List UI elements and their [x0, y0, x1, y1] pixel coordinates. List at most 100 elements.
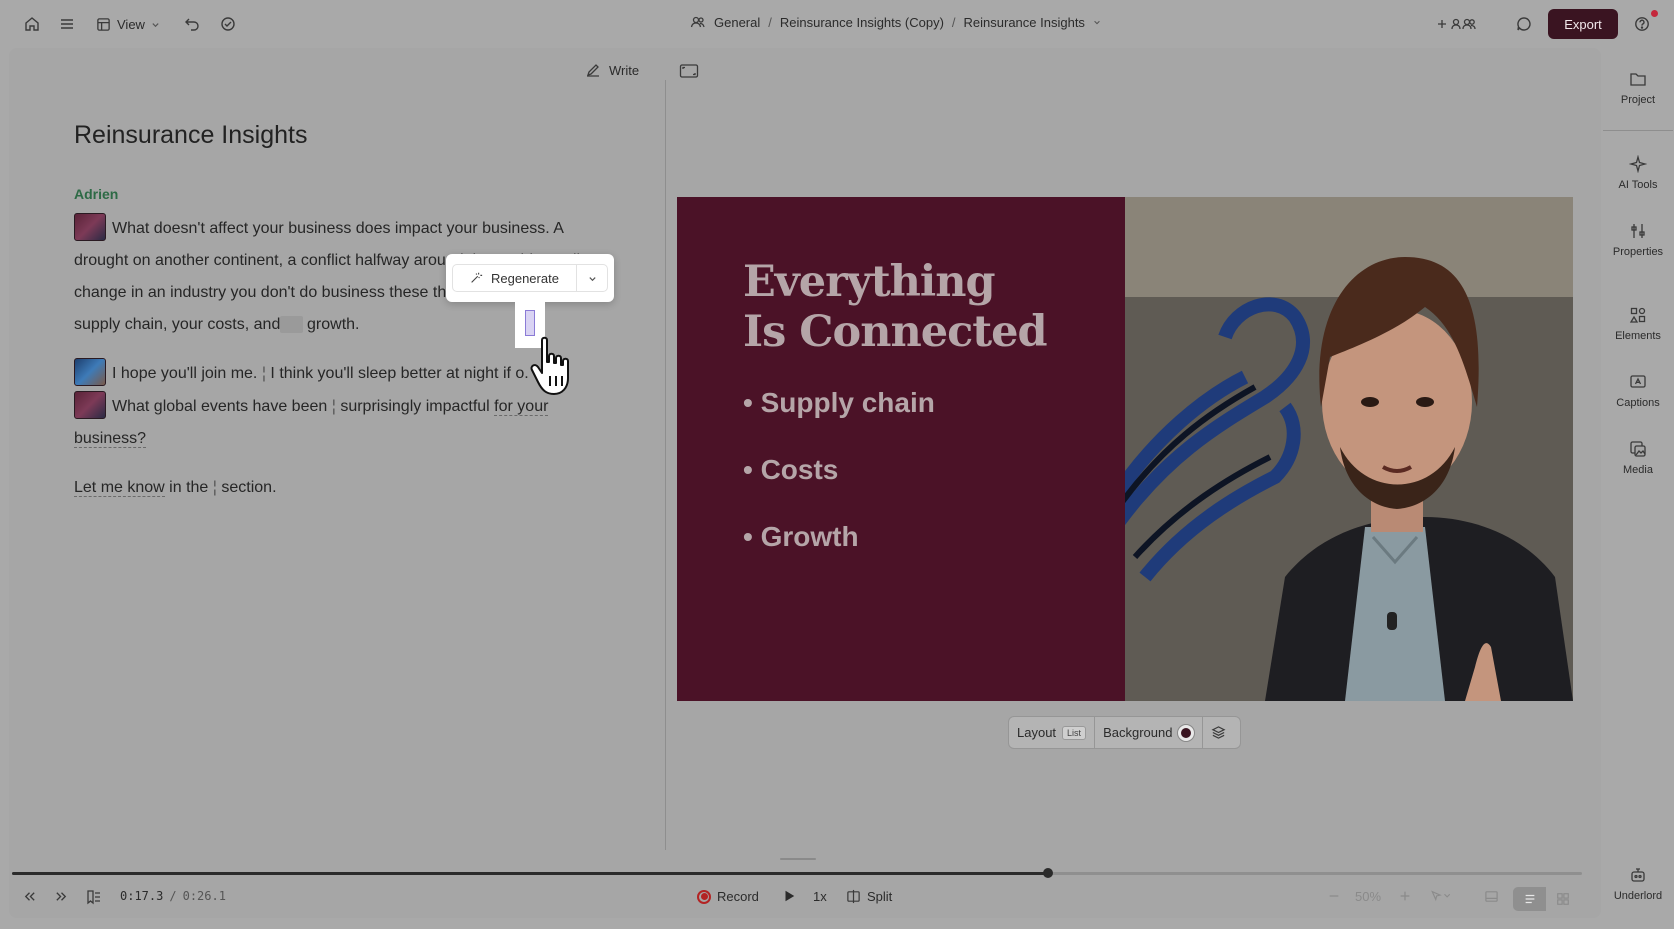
slide-preview[interactable]: Everything Is Connected • Supply chain •…: [677, 197, 1573, 701]
check-circle-icon[interactable]: [215, 11, 241, 37]
plus-icon: [1400, 891, 1410, 901]
rail-item-project[interactable]: Project: [1603, 70, 1673, 106]
document-title[interactable]: Reinsurance Insights: [74, 121, 307, 150]
slide-title[interactable]: Everything Is Connected: [743, 257, 1048, 357]
slide-bullet[interactable]: • Supply chain: [743, 387, 935, 419]
write-button[interactable]: Write: [585, 62, 639, 78]
slide-bullet[interactable]: • Growth: [743, 521, 859, 553]
speaker-name[interactable]: Adrien: [74, 186, 118, 202]
home-icon[interactable]: [19, 11, 45, 37]
rail-item-elements[interactable]: Elements: [1603, 306, 1673, 342]
aspect-ratio-icon[interactable]: [679, 63, 699, 79]
rail-item-label: AI Tools: [1618, 179, 1658, 191]
shapes-icon: [1629, 307, 1646, 323]
split-button[interactable]: Split: [846, 889, 892, 904]
record-label: Record: [717, 889, 759, 904]
view-menu-button[interactable]: View: [96, 11, 160, 37]
record-button[interactable]: Record: [697, 889, 759, 904]
folder-icon: [1630, 73, 1646, 86]
background-button[interactable]: Background: [1095, 717, 1204, 748]
script-text[interactable]: in the: [169, 479, 208, 496]
slide-bullet[interactable]: • Costs: [743, 454, 838, 486]
menu-icon[interactable]: [54, 11, 80, 37]
regenerate-button[interactable]: Regenerate: [453, 265, 577, 291]
script-text[interactable]: Let me know: [74, 479, 165, 497]
script-paragraph[interactable]: Let me know in the ¦ section.: [74, 472, 614, 504]
breadcrumb-item-copy[interactable]: Reinsurance Insights (Copy): [780, 15, 944, 30]
panel-resize-handle[interactable]: [780, 858, 816, 860]
regenerate-label: Regenerate: [491, 270, 559, 286]
regenerate-options-button[interactable]: [577, 274, 607, 283]
zoom-out-button[interactable]: [1327, 889, 1341, 903]
view-label: View: [117, 16, 145, 32]
play-icon: [785, 890, 795, 902]
skip-back-button[interactable]: [22, 889, 37, 904]
scene-break-marker[interactable]: ¦: [262, 365, 266, 382]
scene-break-marker[interactable]: ¦: [332, 398, 336, 415]
script-text[interactable]: section.: [221, 479, 276, 496]
breadcrumb-item-current[interactable]: Reinsurance Insights: [964, 15, 1085, 30]
zoom-level: 50%: [1355, 889, 1382, 904]
time-separator: /: [169, 889, 177, 903]
script-text[interactable]: surprisingly impactful: [340, 398, 489, 415]
chevron-down-icon[interactable]: [1093, 18, 1101, 26]
rail-divider: [1603, 130, 1673, 131]
playback-speed-button[interactable]: 1x: [813, 889, 827, 904]
scene-break-marker[interactable]: ¦: [213, 479, 217, 496]
rail-item-captions[interactable]: Captions: [1603, 373, 1673, 409]
slide-layout-toolbar: Layout List Background: [1008, 716, 1241, 749]
scene-thumbnail[interactable]: [74, 213, 106, 241]
script-paragraph[interactable]: What global events have been ¦ surprisin…: [74, 391, 614, 455]
pointer-tool-button[interactable]: [1428, 889, 1454, 903]
script-text[interactable]: I hope you'll join me.: [112, 365, 257, 382]
presenter-video[interactable]: [1109, 197, 1573, 701]
rail-item-label: Project: [1620, 94, 1656, 106]
layout-badge: List: [1062, 725, 1087, 740]
undo-icon[interactable]: [179, 11, 205, 37]
sliders-icon: [1631, 224, 1645, 238]
rail-item-label: Properties: [1612, 246, 1664, 258]
rail-item-label: Captions: [1616, 397, 1660, 409]
rail-item-media[interactable]: Media: [1603, 440, 1673, 476]
comment-icon[interactable]: [1511, 11, 1537, 37]
chapters-button[interactable]: [86, 889, 102, 905]
play-button[interactable]: [782, 889, 796, 903]
grid-icon: [1556, 893, 1569, 905]
breadcrumb-item-general[interactable]: General: [714, 15, 760, 30]
rail-item-properties[interactable]: Properties: [1603, 222, 1673, 258]
share-collaborators-icon[interactable]: [1432, 11, 1484, 37]
current-time: 0:17.3: [120, 889, 164, 903]
zoom-in-button[interactable]: [1398, 889, 1412, 903]
insert-point-marker[interactable]: [525, 310, 535, 336]
slide-title-line: Everything: [743, 257, 996, 307]
pointer-icon: [1431, 890, 1451, 902]
scene-thumbnail[interactable]: [74, 358, 106, 386]
layout-button[interactable]: Layout List: [1009, 717, 1096, 748]
total-time: 0:26.1: [182, 889, 226, 903]
script-text[interactable]: What global events have been: [112, 398, 327, 415]
slide-title-line: Is Connected: [743, 307, 1048, 357]
timeline-scrubber[interactable]: [12, 868, 1582, 878]
export-button[interactable]: Export: [1548, 9, 1618, 39]
pane-divider[interactable]: [665, 80, 666, 850]
skip-forward-button[interactable]: [54, 889, 69, 904]
rail-item-ai-tools[interactable]: AI Tools: [1603, 155, 1673, 191]
background-label: Background: [1103, 725, 1173, 740]
scene-thumbnail[interactable]: [74, 391, 106, 419]
right-sidebar: Project AI Tools Properties Elements Cap…: [1603, 60, 1673, 920]
layout-label: Layout: [1017, 725, 1057, 740]
background-color-swatch: [1178, 724, 1195, 741]
record-icon: [697, 889, 711, 904]
split-icon: [847, 889, 860, 904]
caption-toggle-button[interactable]: [1484, 889, 1499, 904]
layers-button[interactable]: [1203, 717, 1234, 748]
selected-gap[interactable]: [280, 316, 303, 333]
grid-view-button[interactable]: [1546, 887, 1579, 911]
script-text[interactable]: I think you'll sleep better at night if: [270, 365, 511, 382]
top-bar: View General / Reinsurance Insights (Cop…: [0, 0, 1674, 48]
script-text[interactable]: growth.: [307, 316, 359, 333]
notification-dot: [1651, 10, 1658, 17]
fast-forward-icon: [56, 892, 67, 901]
script-text[interactable]: o.: [515, 365, 528, 382]
text-view-button[interactable]: [1513, 887, 1546, 911]
